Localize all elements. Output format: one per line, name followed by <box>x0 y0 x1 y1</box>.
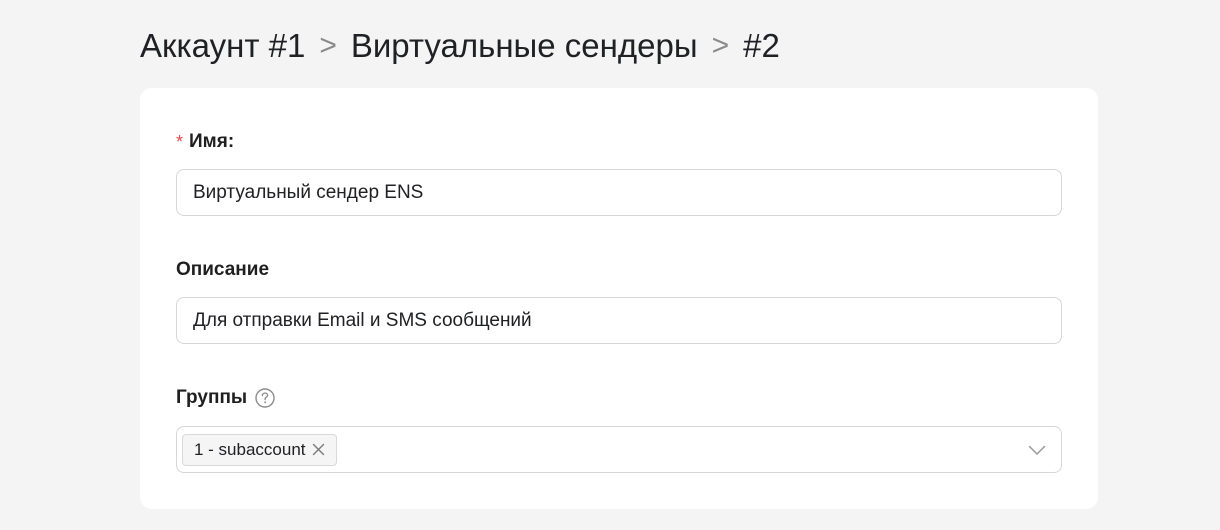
name-label-text: Имя: <box>189 131 235 152</box>
form-card: * Имя: Описание Группы 1 - <box>140 88 1098 509</box>
description-label: Описание <box>176 257 269 283</box>
page: Аккаунт #1 > Виртуальные сендеры > #2 * … <box>0 0 1220 530</box>
group-tag-label: 1 - subaccount <box>194 439 306 459</box>
breadcrumb-separator: > <box>711 29 730 62</box>
name-field[interactable] <box>176 169 1062 216</box>
group-tag: 1 - subaccount <box>182 433 337 466</box>
groups-select[interactable]: 1 - subaccount <box>176 426 1062 473</box>
description-label-text: Описание <box>176 259 270 280</box>
breadcrumb-account[interactable]: Аккаунт #1 <box>140 24 305 68</box>
name-input[interactable] <box>193 181 1045 204</box>
breadcrumb-current: #2 <box>743 27 780 64</box>
question-circle-icon[interactable] <box>255 388 275 408</box>
description-input[interactable] <box>193 309 1045 332</box>
required-mark: * <box>176 131 184 152</box>
breadcrumb: Аккаунт #1 > Виртуальные сендеры > #2 <box>140 24 780 68</box>
breadcrumb-virtual-senders[interactable]: Виртуальные сендеры <box>351 24 698 68</box>
name-label: * Имя: <box>176 129 234 155</box>
description-field[interactable] <box>176 297 1062 344</box>
groups-label: Группы <box>176 385 275 411</box>
groups-label-text: Группы <box>176 387 248 408</box>
close-icon[interactable] <box>312 443 326 457</box>
breadcrumb-separator: > <box>319 29 337 62</box>
chevron-down-icon[interactable] <box>1027 440 1047 460</box>
